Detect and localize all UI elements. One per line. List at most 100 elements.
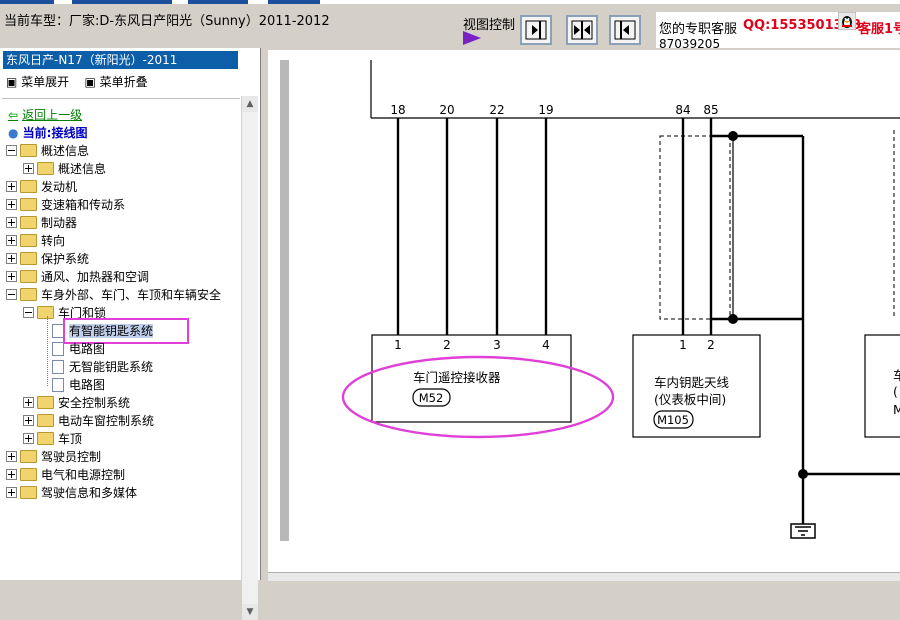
top-pin-label: 22 bbox=[489, 103, 504, 117]
customer-service-box: 您的专职客服 QQ:1553501388 客服1号 87039205 bbox=[656, 12, 900, 51]
antenna-name: 车内钥匙天线 bbox=[654, 375, 730, 390]
tree-item-label[interactable]: 变速箱和传动系 bbox=[41, 198, 125, 212]
collapse-all-button[interactable]: 菜单折叠 bbox=[100, 75, 148, 89]
expand-plus-icon[interactable] bbox=[23, 433, 34, 444]
collapse-left-button[interactable] bbox=[609, 15, 641, 45]
tree-item-folder[interactable]: 概述信息 bbox=[6, 142, 89, 160]
tree-item-label[interactable]: 保护系统 bbox=[41, 252, 89, 266]
tree-item-doc[interactable]: 电路图 bbox=[52, 340, 105, 358]
splitter[interactable] bbox=[261, 48, 268, 580]
expand-plus-icon[interactable] bbox=[6, 469, 17, 480]
receiver-name: 车门遥控接收器 bbox=[413, 370, 501, 385]
expand-plus-icon[interactable] bbox=[23, 415, 34, 426]
top-pin-label: 18 bbox=[390, 103, 405, 117]
expand-plus-icon[interactable] bbox=[6, 199, 17, 210]
folder-icon bbox=[20, 450, 37, 463]
tree-item-folder[interactable]: 电气和电源控制 bbox=[6, 466, 125, 484]
tree-item-label[interactable]: 有智能钥匙系统 bbox=[69, 324, 154, 338]
tree-item-label[interactable]: 车身外部、车门、车顶和车辆安全 bbox=[41, 288, 221, 302]
receiver-pin-label: 1 bbox=[394, 338, 402, 352]
tree-scrollbar[interactable]: ▲ ▼ bbox=[241, 96, 258, 620]
ground-icon bbox=[790, 515, 816, 539]
top-pin-label: 84 bbox=[675, 103, 690, 117]
tree-item-label[interactable]: 车顶 bbox=[58, 432, 82, 446]
tree-item-label[interactable]: 电路图 bbox=[69, 378, 105, 392]
expand-plus-icon[interactable] bbox=[23, 163, 34, 174]
service-phone: 87039205 bbox=[659, 37, 721, 51]
tree-item-folder[interactable]: 转向 bbox=[6, 232, 65, 250]
back-link-label[interactable]: 返回上一级 bbox=[22, 108, 82, 122]
split-view-button[interactable] bbox=[566, 15, 598, 45]
tree-item-label[interactable]: 驾驶信息和多媒体 bbox=[41, 486, 137, 500]
receiver-pin-label: 4 bbox=[542, 338, 550, 352]
expand-plus-icon[interactable] bbox=[6, 235, 17, 246]
tree-item-folder[interactable]: 通风、加热器和空调 bbox=[6, 268, 149, 286]
tree-item-label[interactable]: 安全控制系统 bbox=[58, 396, 130, 410]
diagram-ruler bbox=[280, 60, 289, 541]
antenna-pin-label: 2 bbox=[707, 338, 715, 352]
scroll-up-icon[interactable]: ▲ bbox=[242, 96, 258, 112]
tree-item-doc[interactable]: 无智能钥匙系统 bbox=[52, 358, 153, 376]
tree-item-folder[interactable]: 变速箱和传动系 bbox=[6, 196, 125, 214]
tree-panel: 东风日产-N17（新阳光）-2011 ▣ 菜单展开 ▣ 菜单折叠 ⇦ 返回上一级 … bbox=[0, 48, 261, 620]
tree-item-label[interactable]: 无智能钥匙系统 bbox=[69, 360, 153, 374]
tree-item-folder[interactable]: 驾驶员控制 bbox=[6, 448, 101, 466]
tree-item-doc[interactable]: 电路图 bbox=[52, 376, 105, 394]
qq-penguin-icon[interactable] bbox=[838, 12, 856, 30]
tree-item-folder[interactable]: 安全控制系统 bbox=[23, 394, 130, 412]
collapse-all-icon[interactable]: ▣ bbox=[84, 75, 95, 89]
collapse-minus-icon[interactable] bbox=[6, 289, 17, 300]
expand-plus-icon[interactable] bbox=[6, 253, 17, 264]
tree-item-label[interactable]: 制动器 bbox=[41, 216, 77, 230]
tree-item-label[interactable]: 电气和电源控制 bbox=[41, 468, 125, 482]
expand-right-button[interactable] bbox=[520, 15, 552, 45]
tree-item-label[interactable]: 概述信息 bbox=[58, 162, 106, 176]
tree-item-folder[interactable]: 车身外部、车门、车顶和车辆安全 bbox=[6, 286, 221, 304]
expand-all-icon[interactable]: ▣ bbox=[6, 75, 17, 89]
receiver-code: M52 bbox=[419, 391, 444, 405]
tree-item-folder[interactable]: 车顶 bbox=[23, 430, 82, 448]
tree-item-label[interactable]: 转向 bbox=[41, 234, 65, 248]
expand-plus-icon[interactable] bbox=[6, 451, 17, 462]
scroll-down-icon[interactable]: ▼ bbox=[242, 604, 258, 620]
tree-item-label[interactable]: 电动车窗控制系统 bbox=[58, 414, 154, 428]
tree-item-label[interactable]: 车门和锁 bbox=[58, 306, 106, 320]
tree-item-label[interactable]: 通风、加热器和空调 bbox=[41, 270, 149, 284]
tree-item-folder[interactable]: 保护系统 bbox=[6, 250, 89, 268]
expand-all-button[interactable]: 菜单展开 bbox=[21, 75, 69, 89]
back-link[interactable]: ⇦ 返回上一级 bbox=[8, 106, 82, 123]
document-icon bbox=[52, 377, 64, 392]
expand-plus-icon[interactable] bbox=[6, 181, 17, 192]
service-agent-name[interactable]: 客服1号 bbox=[858, 18, 900, 37]
wiring-diagram-pane[interactable]: 18 20 22 19 84 85 1 2 3 4 车门遥控接收器 M52 1 … bbox=[268, 50, 900, 572]
split-view-icon bbox=[571, 20, 593, 40]
tree-item-folder[interactable]: 车门和锁 bbox=[23, 304, 106, 322]
expand-plus-icon[interactable] bbox=[6, 217, 17, 228]
tree-item-folder[interactable]: 制动器 bbox=[6, 214, 77, 232]
folder-icon bbox=[37, 306, 54, 319]
tree-item-folder[interactable]: 概述信息 bbox=[23, 160, 106, 178]
tree-item-doc[interactable]: 有智能钥匙系统 bbox=[52, 322, 154, 340]
partial-component-text: ( bbox=[893, 384, 898, 399]
tree-item-label[interactable]: 发动机 bbox=[41, 180, 77, 194]
expand-plus-icon[interactable] bbox=[6, 271, 17, 282]
tree-connector-line bbox=[47, 316, 48, 386]
receiver-wires bbox=[396, 118, 548, 335]
expand-plus-icon[interactable] bbox=[23, 397, 34, 408]
folder-icon bbox=[20, 288, 37, 301]
folder-icon bbox=[20, 180, 37, 193]
tree-item-folder[interactable]: 电动车窗控制系统 bbox=[23, 412, 154, 430]
tree-item-folder[interactable]: 驾驶信息和多媒体 bbox=[6, 484, 137, 502]
folder-icon bbox=[37, 396, 54, 409]
collapse-minus-icon[interactable] bbox=[23, 307, 34, 318]
collapse-minus-icon[interactable] bbox=[6, 145, 17, 156]
back-arrow-icon: ⇦ bbox=[8, 108, 19, 122]
expand-plus-icon[interactable] bbox=[6, 487, 17, 498]
collapse-left-icon bbox=[614, 20, 636, 40]
shield-box bbox=[659, 135, 731, 320]
tree-item-label[interactable]: 电路图 bbox=[69, 342, 105, 356]
tree-item-label[interactable]: 驾驶员控制 bbox=[41, 450, 101, 464]
document-icon bbox=[52, 341, 64, 356]
tree-item-label[interactable]: 概述信息 bbox=[41, 144, 89, 158]
tree-item-folder[interactable]: 发动机 bbox=[6, 178, 77, 196]
